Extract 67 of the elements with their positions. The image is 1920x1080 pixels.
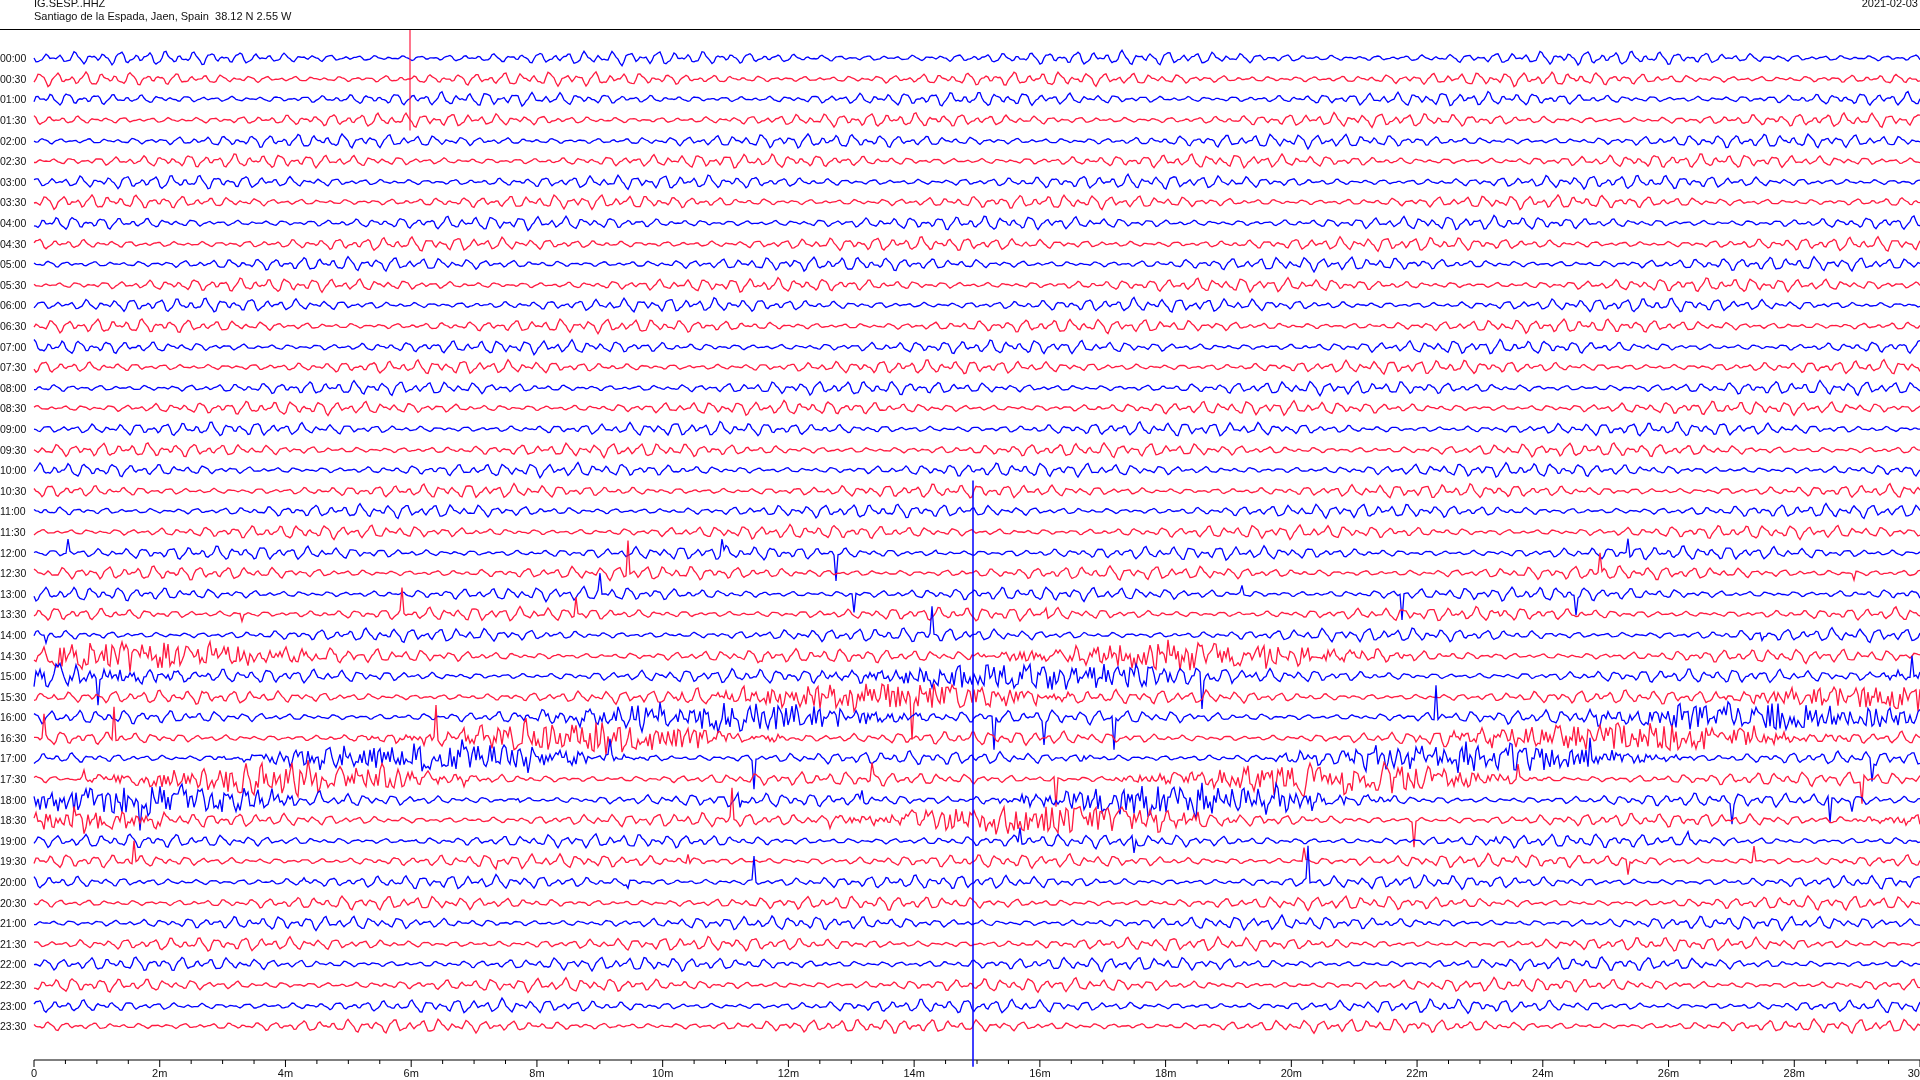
row-time-label: 13:30 (0, 608, 28, 621)
axis-tick-label: 6m (403, 1066, 419, 1079)
row-time-label: 16:00 (0, 711, 28, 724)
row-time-label: 04:00 (0, 217, 28, 230)
row-time-label: 08:30 (0, 402, 28, 415)
row-time-label: 17:00 (0, 752, 28, 765)
row-time-label: 01:00 (0, 93, 28, 106)
row-time-label: 19:00 (0, 834, 28, 847)
row-time-label: 22:30 (0, 979, 28, 991)
row-time-label: 20:30 (0, 896, 28, 909)
axis-tick-label: 24m (1532, 1066, 1554, 1079)
row-time-label: 23:00 (0, 999, 28, 1012)
axis-tick-label: 30 (1907, 1066, 1920, 1079)
axis-tick-label: 0 (31, 1066, 38, 1079)
row-time-label: 03:00 (0, 175, 28, 188)
axis-tick-label: 4m (277, 1066, 294, 1079)
row-time-label: 06:00 (0, 299, 28, 312)
row-time-label: 14:30 (0, 649, 28, 662)
station-code: IG.SESP..HHZ (34, 0, 107, 10)
row-time-label: 03:30 (0, 196, 28, 209)
row-time-label: 22:00 (0, 958, 28, 971)
row-time-label: 18:00 (0, 793, 28, 806)
row-time-label: 02:00 (0, 134, 28, 147)
axis-tick-label: 2m (152, 1066, 168, 1079)
row-time-label: 08:00 (0, 381, 28, 394)
row-time-label: 21:00 (0, 917, 28, 930)
axis-tick-label: 18m (1154, 1066, 1177, 1079)
station-location: Santiago de la Espada, Jaen, Spain 38.12 N 2.55 W (34, 10, 292, 23)
row-time-label: 00:00 (0, 52, 28, 65)
row-time-label: 17:30 (0, 773, 28, 786)
axis-tick-label: 12m (777, 1066, 800, 1079)
axis-tick-label: 16m (1029, 1066, 1051, 1079)
row-time-label: 02:30 (0, 155, 28, 168)
row-time-label: 11:00 (0, 505, 27, 518)
row-time-label: 06:30 (0, 320, 28, 332)
row-time-label: 13:00 (0, 587, 28, 600)
row-time-label: 18:30 (0, 814, 28, 827)
row-time-label: 23:30 (0, 1020, 28, 1033)
row-time-label: 09:00 (0, 423, 28, 435)
row-time-label: 16:30 (0, 731, 28, 744)
row-time-label: 01:30 (0, 114, 28, 127)
axis-tick-label: 10m (651, 1066, 674, 1079)
row-time-label: 14:00 (0, 628, 28, 641)
row-time-label: 00:30 (0, 72, 28, 85)
plot-date: 2021-02-03 (1861, 0, 1919, 11)
axis-tick-label: 22m (1406, 1066, 1428, 1079)
axis-tick-label: 20m (1280, 1066, 1303, 1079)
row-time-label: 15:00 (0, 670, 28, 683)
row-time-label: 05:00 (0, 258, 28, 271)
row-time-label: 07:30 (0, 361, 28, 374)
row-time-label: 21:30 (0, 937, 28, 950)
row-time-label: 04:30 (0, 237, 28, 250)
row-time-label: 15:30 (0, 690, 28, 703)
row-time-label: 12:30 (0, 567, 28, 580)
row-time-label: 07:00 (0, 340, 28, 353)
row-time-label: 12:00 (0, 546, 28, 559)
axis-tick-label: 8m (529, 1066, 545, 1079)
row-time-label: 19:30 (0, 855, 28, 868)
row-time-label: 10:30 (0, 484, 28, 497)
axis-tick-label: 14m (903, 1066, 925, 1079)
row-time-label: 11:30 (0, 525, 27, 538)
row-time-label: 09:30 (0, 443, 28, 456)
axis-tick-label: 28m (1783, 1066, 1805, 1079)
row-time-label: 05:30 (0, 278, 28, 291)
row-time-label: 20:00 (0, 876, 28, 889)
row-time-label: 10:00 (0, 464, 28, 477)
axis-tick-label: 26m (1657, 1066, 1680, 1079)
